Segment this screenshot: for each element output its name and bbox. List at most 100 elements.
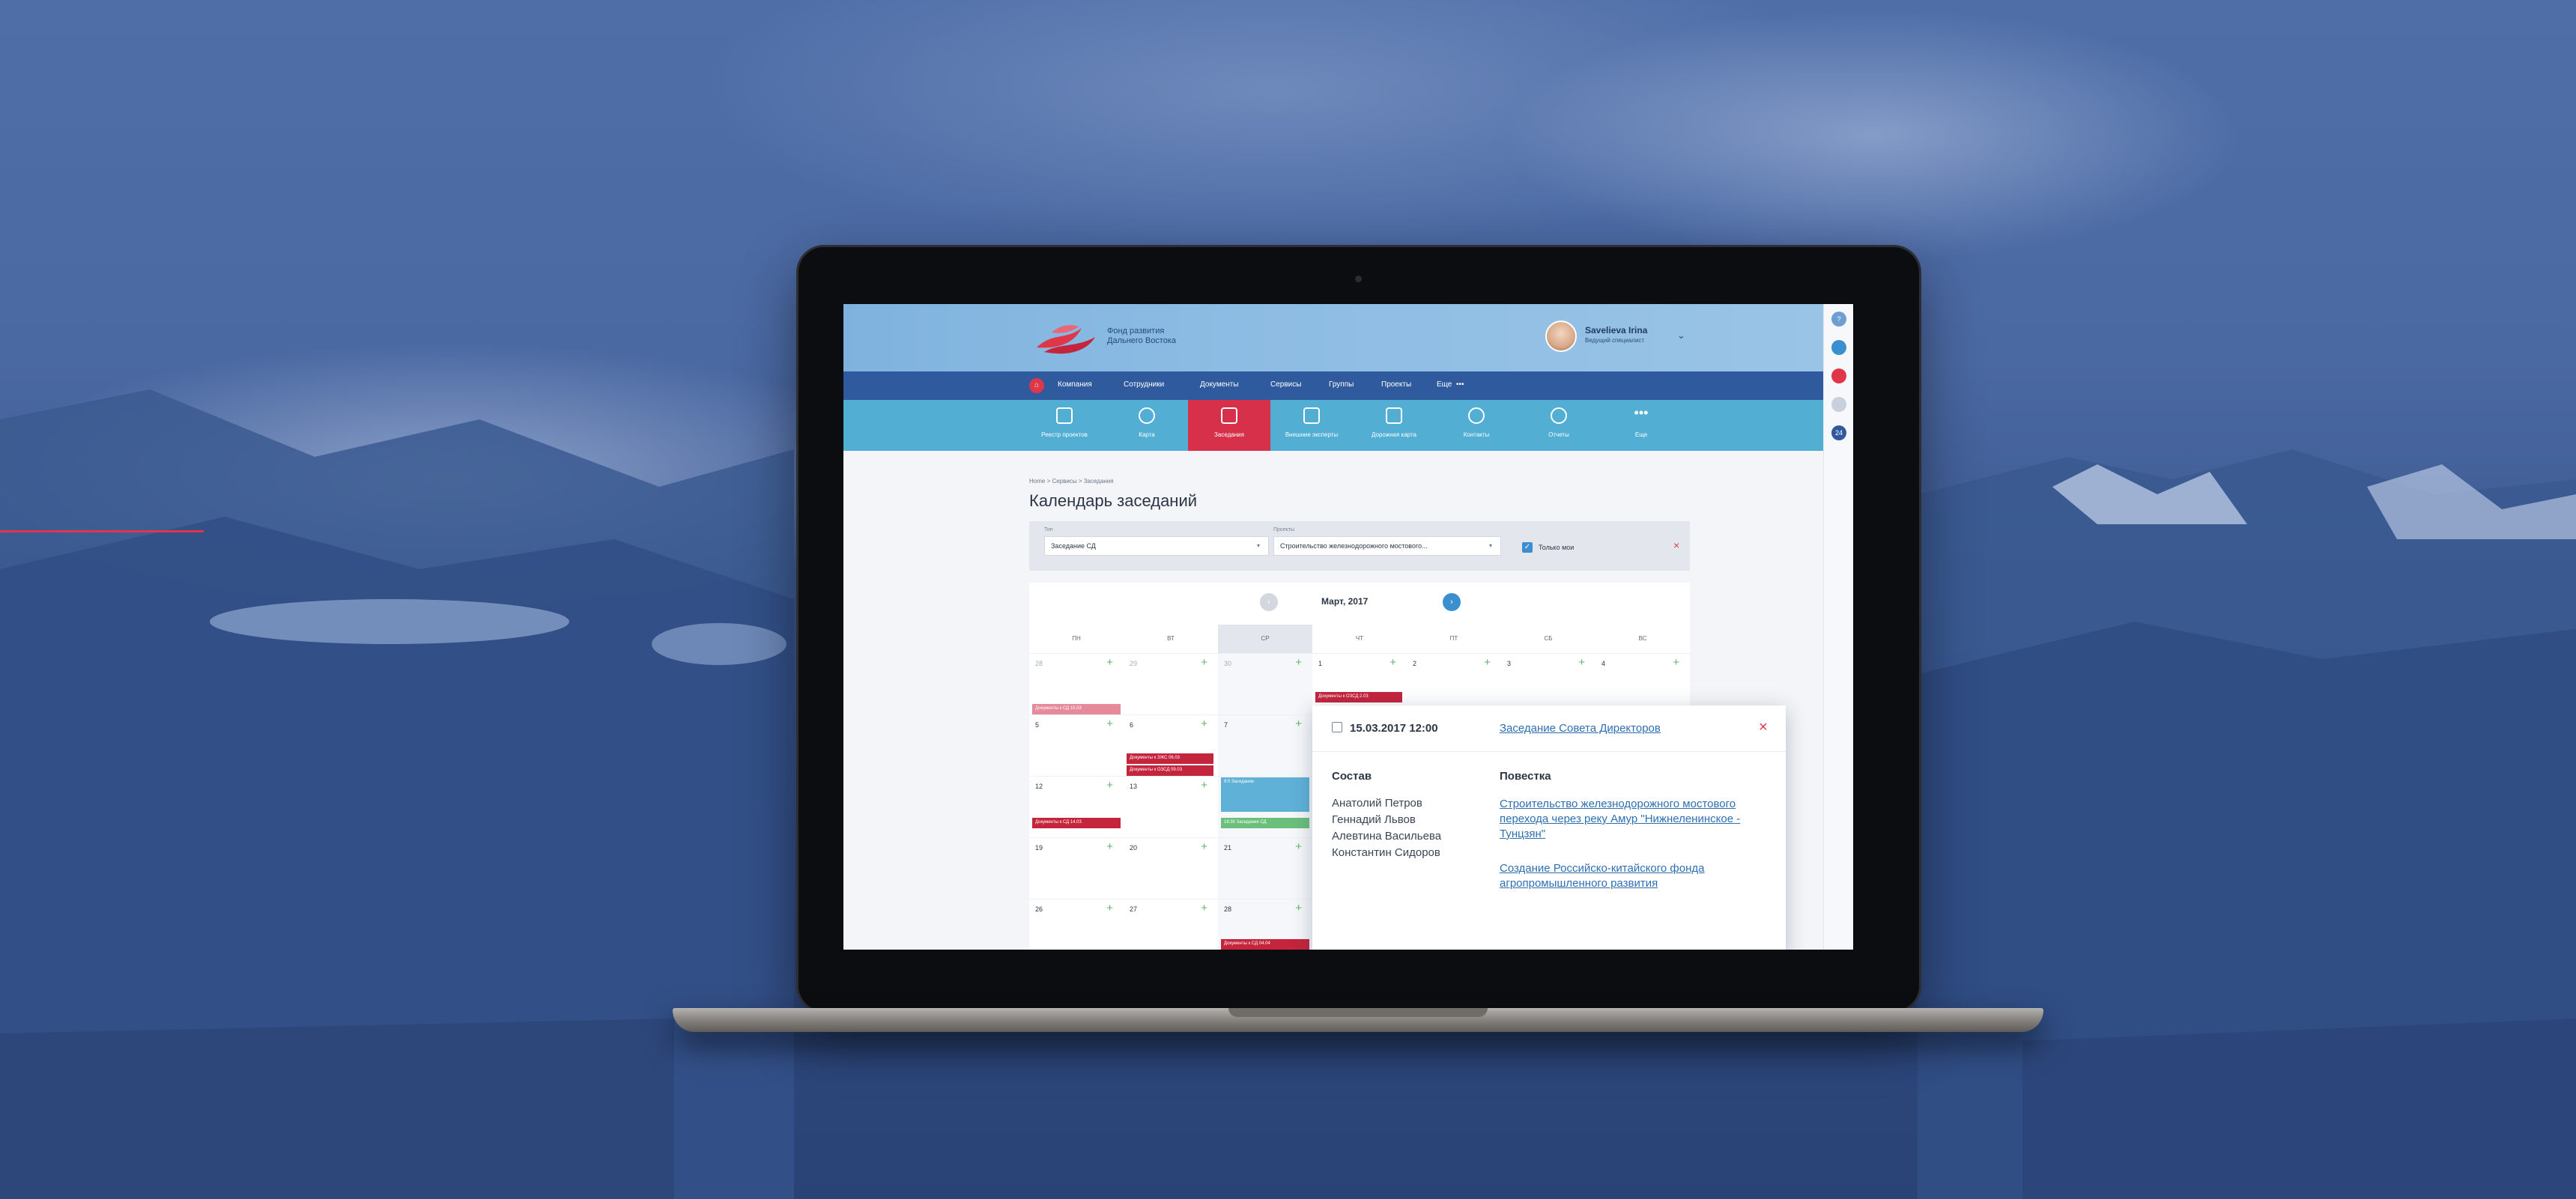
day-number: 20 [1130,844,1138,852]
user-name[interactable]: Savelieva Irina [1585,325,1647,336]
day-number: 28 [1224,905,1232,913]
checkbox-icon[interactable]: ✓ [1522,542,1533,553]
day-number: 4 [1601,660,1606,667]
type-select[interactable]: Заседание СД [1044,536,1269,556]
nav-more-dots[interactable]: ••• [1456,380,1464,389]
add-event-icon[interactable]: + [1295,840,1302,853]
event-popup: 15.03.2017 12:00 Заседание Совета Директ… [1312,705,1786,950]
weekday-header: СР [1218,625,1312,653]
add-event-icon[interactable]: + [1295,902,1302,914]
home-icon[interactable]: ⌂ [1029,378,1044,393]
nav-item-services[interactable]: Сервисы [1270,380,1301,389]
day-cell[interactable]: 29 + [1124,653,1218,714]
prev-month-button[interactable]: ‹ [1260,593,1278,611]
search-icon[interactable] [1831,397,1846,412]
avatar[interactable] [1545,321,1577,352]
service-toolbar: Реестр проектов Карта Заседания Внешние … [843,400,1853,451]
tile-roadmap[interactable]: Дорожная карта [1353,400,1435,451]
nav-item-projects[interactable]: Проекты [1381,380,1411,389]
add-event-icon[interactable]: + [1106,779,1113,792]
nav-item-employees[interactable]: Сотрудники [1124,380,1164,389]
project-select[interactable]: Строительство железнодорожного мостового… [1273,536,1501,556]
day-cell[interactable]: 19 + [1029,837,1124,899]
tile-project-registry[interactable]: Реестр проектов [1023,400,1106,451]
close-icon[interactable]: × [1759,719,1768,736]
nav-item-more[interactable]: Еще [1437,380,1452,389]
weekday-header: ПН [1072,635,1081,642]
add-event-icon[interactable]: + [1201,717,1207,730]
member-item: Константин Сидоров [1332,846,1440,859]
add-event-icon[interactable]: + [1673,656,1679,669]
agenda-link[interactable]: Создание Российско-китайского фонда агро… [1500,861,1754,891]
add-event-icon[interactable]: + [1201,840,1207,853]
day-cell[interactable]: 7 + [1218,714,1312,776]
close-icon[interactable]: × [1673,539,1679,551]
tile-more[interactable]: ••• Еще [1600,400,1682,451]
calendar-event[interactable]: Документы к СД 14.03 [1032,818,1121,828]
member-item: Алевтина Васильева [1332,830,1442,843]
calendar-event[interactable]: Документы к ЗЖС 06.03 [1127,753,1213,764]
next-month-button[interactable]: › [1443,593,1461,611]
nav-item-documents[interactable]: Документы [1200,380,1239,389]
tile-label: Еще [1634,431,1648,438]
notification-icon[interactable] [1831,340,1846,355]
day-number: 13 [1130,783,1138,790]
nav-item-groups[interactable]: Группы [1329,380,1354,389]
day-number: 7 [1224,721,1228,729]
brand-name: Фонд развития Дальнего Востока [1107,327,1177,345]
add-event-icon[interactable]: + [1295,656,1302,669]
day-cell[interactable]: 13 + [1124,776,1218,837]
day-cell[interactable]: 21 + [1218,837,1312,899]
add-event-icon[interactable]: + [1106,840,1113,853]
tile-meetings[interactable]: Заседания [1188,400,1270,451]
map-pin-icon [1139,407,1155,424]
chevron-down-icon[interactable]: ⌄ [1677,330,1685,342]
calendar-event[interactable]: 9:0 Заседание [1221,777,1309,812]
clock-icon [1551,407,1567,424]
day-number: 2 [1413,660,1417,667]
add-event-icon[interactable]: + [1295,717,1302,730]
chevron-down-icon[interactable]: ▾ [1489,542,1492,549]
help-icon[interactable]: ? [1831,312,1846,327]
add-event-icon[interactable]: + [1106,902,1113,914]
breadcrumb[interactable]: Home > Сервисы > Заседания [1029,478,1114,485]
type-label: Тип [1044,527,1053,532]
add-event-icon[interactable]: + [1201,656,1207,669]
agenda-link[interactable]: Строительство железнодорожного мостового… [1500,797,1754,842]
chevron-down-icon[interactable]: ▾ [1257,542,1260,549]
calendar-event[interactable]: Документы к СД 04.04 [1221,939,1309,950]
calendar-event[interactable]: Документы к ОЗСД 2.03 [1315,692,1402,702]
day-cell[interactable]: 5 + [1029,714,1124,776]
app-header: Фонд развития Дальнего Востока Savelieva… [843,304,1853,371]
counter-badge[interactable]: 24 [1831,425,1846,440]
calendar-event[interactable]: Документы к ОЗСД 09.03 [1127,765,1213,776]
add-event-icon[interactable]: + [1578,656,1585,669]
add-event-icon[interactable]: + [1484,656,1491,669]
nav-item-company[interactable]: Компания [1058,380,1092,389]
day-number: 30 [1224,660,1232,667]
calendar-event[interactable]: Документы к СД 15.03 [1032,704,1121,714]
event-title-link[interactable]: Заседание Совета Директоров [1500,722,1661,735]
tile-experts[interactable]: Внешние эксперты [1270,400,1353,451]
calendar-event[interactable]: 18:30 Заседание СД [1221,818,1309,828]
add-event-icon[interactable]: + [1201,902,1207,914]
page-title: Календарь заседаний [1029,491,1198,510]
day-cell[interactable]: 27 + [1124,899,1218,950]
add-event-icon[interactable]: + [1201,779,1207,792]
weekday-header: СБ [1544,635,1553,642]
day-cell[interactable]: 26 + [1029,899,1124,950]
day-number: 29 [1130,660,1138,667]
add-event-icon[interactable]: + [1106,656,1113,669]
add-event-icon[interactable]: + [1389,656,1396,669]
alert-icon[interactable] [1831,368,1846,383]
tile-reports[interactable]: Отчеты [1518,400,1600,451]
edit-icon [1386,407,1402,424]
tile-contacts[interactable]: Контакты [1435,400,1518,451]
weekday-header: ВТ [1167,635,1175,642]
tile-map[interactable]: Карта [1106,400,1188,451]
add-event-icon[interactable]: + [1106,717,1113,730]
day-number: 26 [1035,905,1043,913]
day-cell[interactable]: 20 + [1124,837,1218,899]
day-cell[interactable]: 30 + [1218,653,1312,714]
document-icon [1056,407,1073,424]
